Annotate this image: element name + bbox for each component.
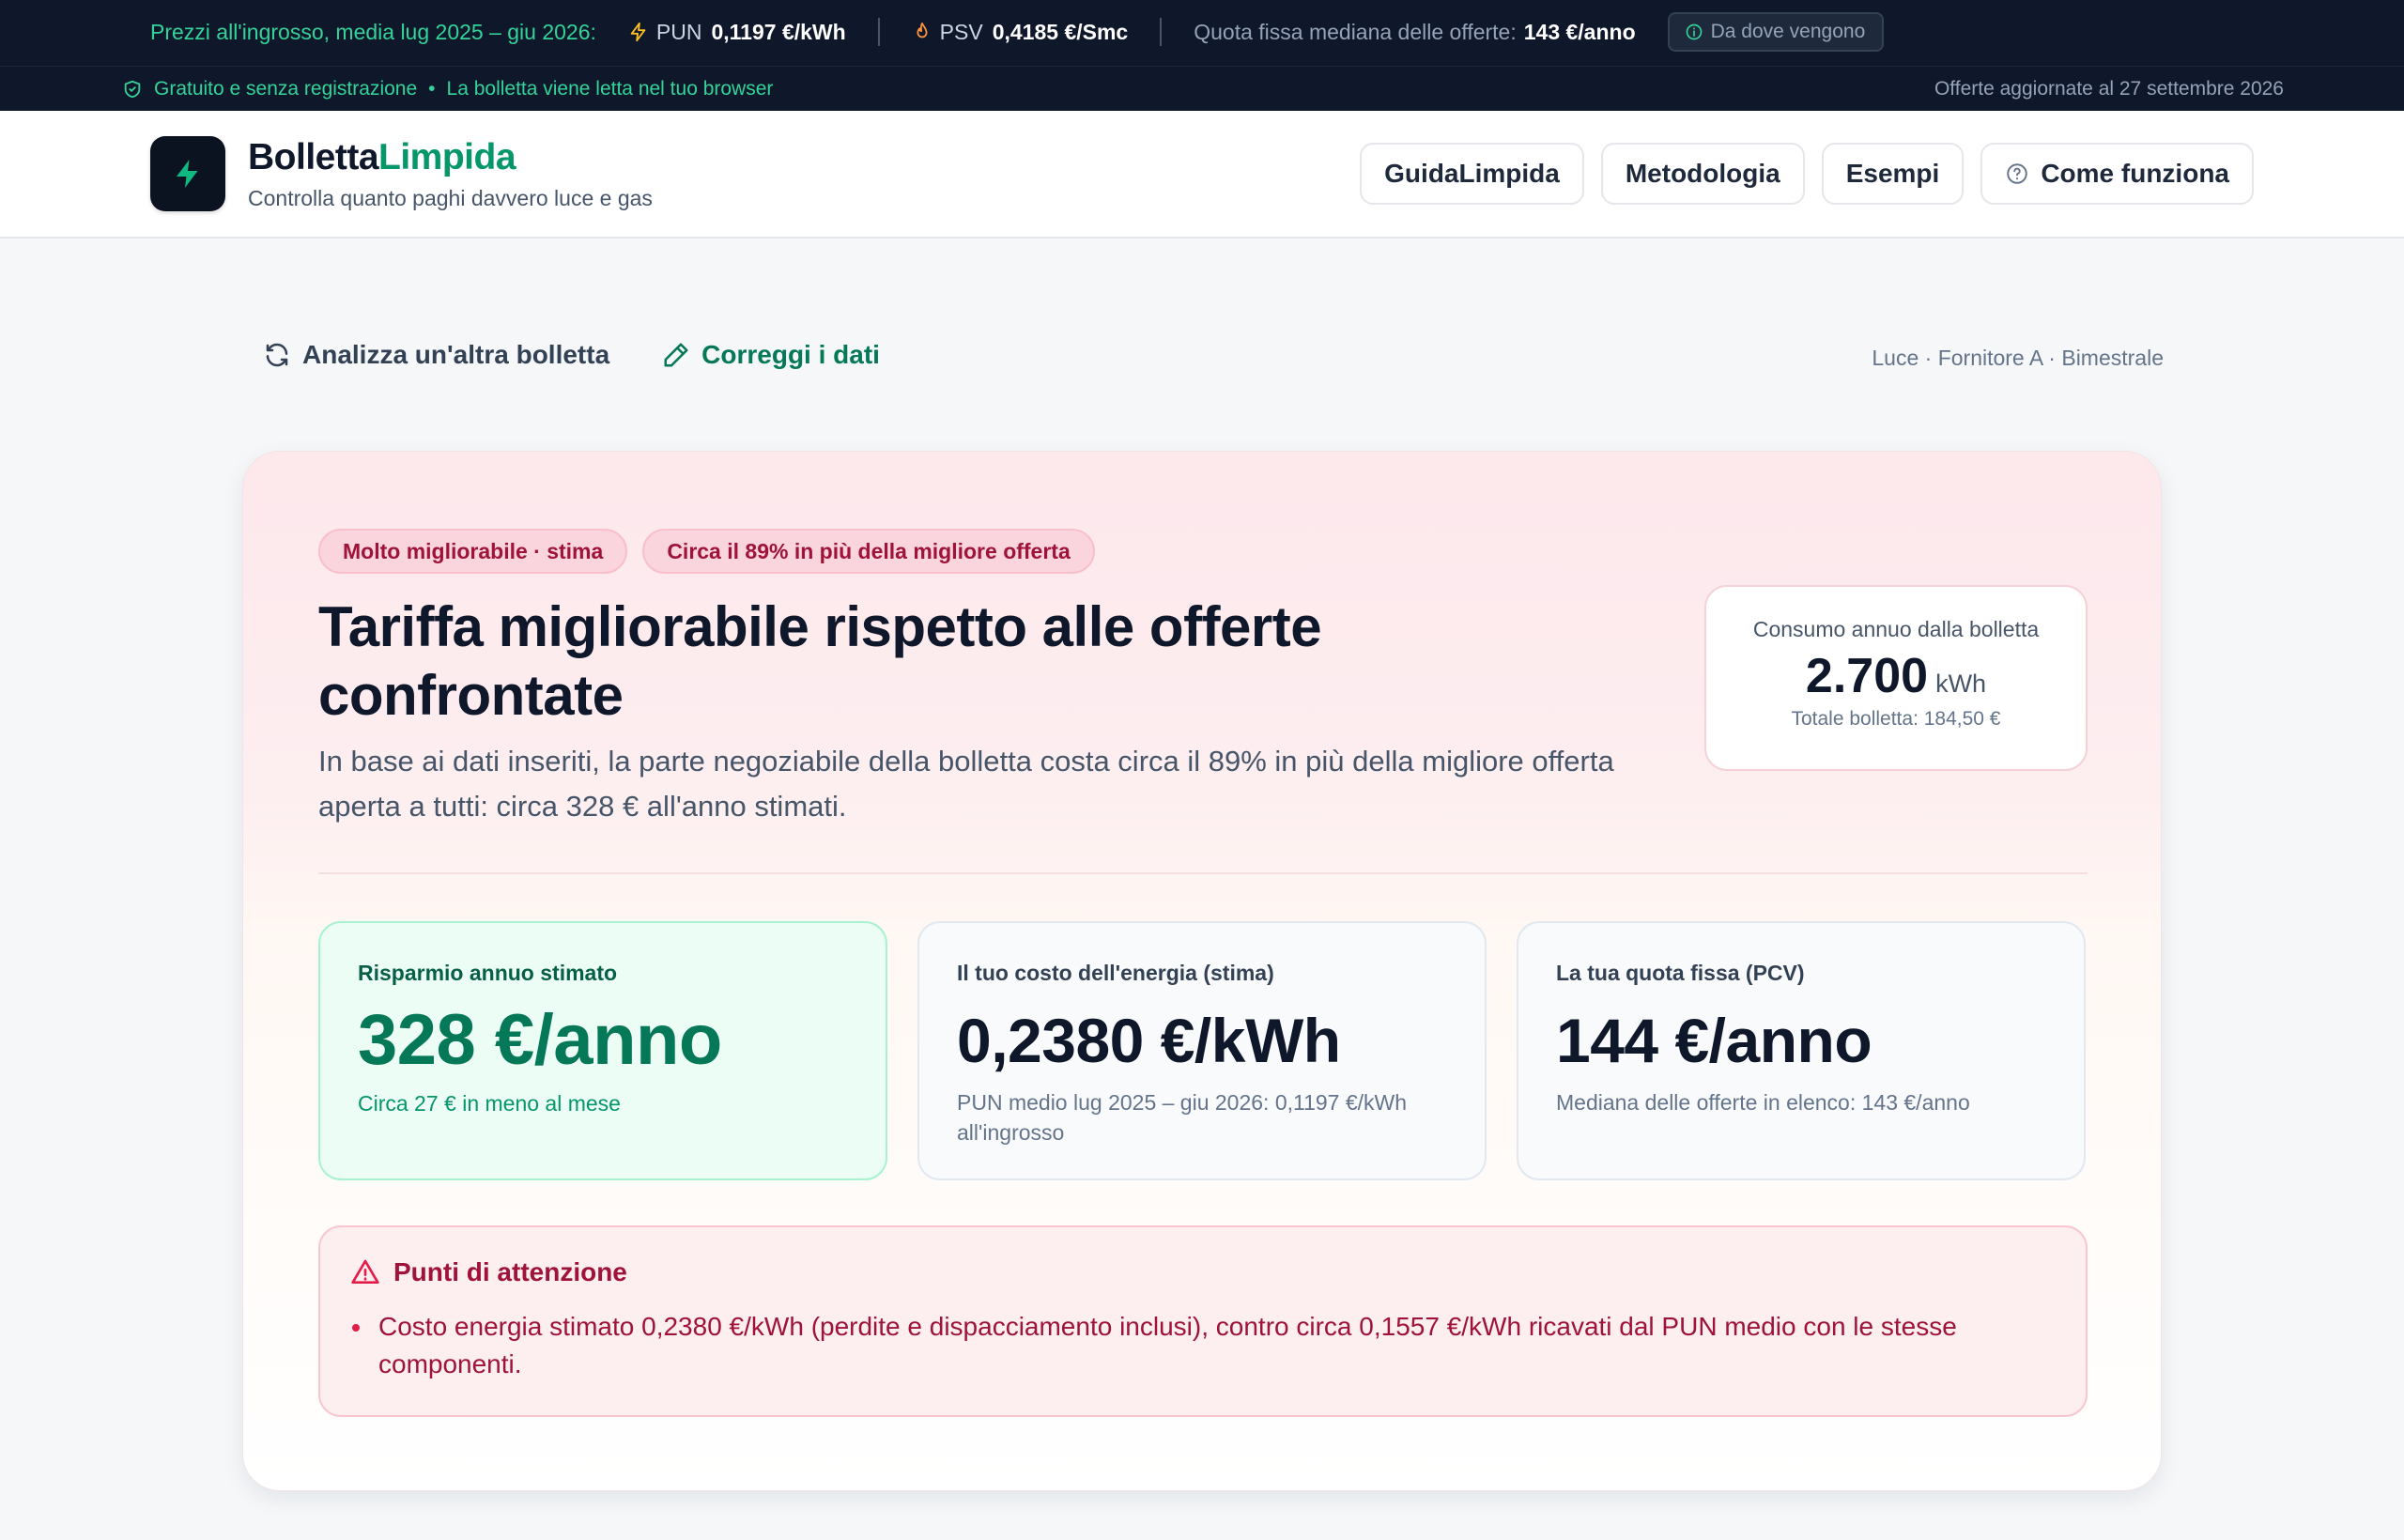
rating-chips: Molto migliorabile · stima Circa il 89% … bbox=[318, 529, 1095, 574]
list-item: Costo energia stimato 0,2380 €/kWh (perd… bbox=[350, 1308, 2041, 1383]
nav-metodologia-label: Metodologia bbox=[1625, 159, 1780, 188]
fixed-fee-value: 143 €/anno bbox=[1523, 19, 1636, 44]
consumption-value-row: 2.700 kWh bbox=[1706, 648, 2086, 704]
stat-label: Risparmio annuo stimato bbox=[358, 961, 618, 985]
consumption-label: Consumo annuo dalla bolletta bbox=[1752, 617, 2040, 641]
consumption-unit: kWh bbox=[1935, 670, 1987, 698]
consumption-value: 2.700 bbox=[1805, 649, 1929, 703]
tagline: Controlla quanto paghi davvero luce e ga… bbox=[248, 186, 653, 210]
nav-esempi-label: Esempi bbox=[1845, 159, 1940, 188]
trust-notes: Gratuito e senza registrazione • La boll… bbox=[122, 67, 773, 112]
bill-meta: Luce · Fornitore A · Bimestrale bbox=[1872, 346, 2164, 370]
flame-icon bbox=[912, 22, 940, 42]
attention-heading: Punti di attenzione bbox=[350, 1257, 627, 1287]
shield-check-icon bbox=[122, 79, 154, 100]
stat-sub: PUN medio lug 2025 – giu 2026: 0,1197 €/… bbox=[957, 1090, 1408, 1145]
result-description: In base ai dati inseriti, la parte negoz… bbox=[318, 745, 1614, 823]
stat-value: 328 €/anno bbox=[358, 1000, 722, 1080]
stat-value: 144 €/anno bbox=[1556, 1006, 1872, 1075]
main-nav: GuidaLimpida Metodologia Esempi Come fun… bbox=[1360, 143, 2254, 205]
stats-row: Risparmio annuo stimato 328 €/anno Circa… bbox=[318, 921, 2086, 1180]
logo[interactable] bbox=[150, 136, 225, 211]
trust-row: Gratuito e senza registrazione • La boll… bbox=[0, 66, 2404, 111]
correct-data-label: Correggi i dati bbox=[701, 340, 880, 369]
divider bbox=[1160, 18, 1163, 46]
nav-come-funziona-label: Come funziona bbox=[2041, 159, 2229, 188]
stat-value: 0,2380 €/kWh bbox=[957, 1006, 1341, 1075]
refresh-icon bbox=[263, 341, 302, 369]
result-card: Molto migliorabile · stima Circa il 89% … bbox=[242, 451, 2162, 1491]
pun-price: PUN 0,1197 €/kWh bbox=[628, 20, 846, 45]
site-header: BollettaLimpida Controlla quanto paghi d… bbox=[0, 111, 2404, 239]
pencil-icon bbox=[662, 341, 701, 369]
wholesale-lead: Prezzi all'ingrosso, media lug 2025 – gi… bbox=[150, 19, 596, 44]
attention-list: Costo energia stimato 0,2380 €/kWh (perd… bbox=[350, 1308, 2041, 1383]
nav-metodologia[interactable]: Metodologia bbox=[1600, 143, 1805, 205]
wholesale-prices-row: Prezzi all'ingrosso, media lug 2025 – gi… bbox=[150, 0, 1885, 64]
psv-price: PSV 0,4185 €/Smc bbox=[912, 19, 1129, 45]
divider bbox=[877, 18, 880, 46]
bolt-icon bbox=[628, 22, 656, 42]
stat-sub: Mediana delle offerte in elenco: 143 €/a… bbox=[1556, 1090, 1970, 1115]
psv-value: 0,4185 €/Smc bbox=[992, 19, 1129, 44]
result-actions: Analizza un'altra bolletta Correggi i da… bbox=[263, 340, 880, 370]
pun-value: 0,1197 €/kWh bbox=[711, 19, 846, 44]
stat-label: Il tuo costo dell'energia (stima) bbox=[957, 961, 1274, 985]
bolt-icon bbox=[171, 155, 205, 192]
offers-updated: Offerte aggiornate al 27 settembre 2026 bbox=[1934, 78, 2284, 100]
data-source-label: Da dove vengono bbox=[1710, 21, 1866, 42]
divider bbox=[318, 872, 2088, 874]
analyze-another-button[interactable]: Analizza un'altra bolletta bbox=[263, 340, 609, 370]
nav-guida-label: GuidaLimpida bbox=[1384, 159, 1560, 188]
stat-sub: Circa 27 € in meno al mese bbox=[358, 1091, 621, 1116]
analyze-another-label: Analizza un'altra bolletta bbox=[302, 340, 610, 369]
delta-chip: Circa il 89% in più della migliore offer… bbox=[642, 529, 1095, 574]
info-icon bbox=[1685, 23, 1711, 41]
nav-guida[interactable]: GuidaLimpida bbox=[1360, 143, 1584, 205]
data-source-button[interactable]: Da dove vengono bbox=[1667, 12, 1885, 52]
warning-triangle-icon bbox=[350, 1257, 393, 1287]
annual-consumption-box: Consumo annuo dalla bolletta 2.700 kWh To… bbox=[1704, 585, 2088, 771]
rating-chip: Molto migliorabile · stima bbox=[318, 529, 628, 574]
trust-free: Gratuito e senza registrazione bbox=[154, 78, 418, 100]
pun-label: PUN bbox=[655, 19, 702, 44]
attention-box: Punti di attenzione Costo energia stimat… bbox=[318, 1225, 2088, 1417]
brand-part-1: Bolletta bbox=[248, 137, 379, 177]
top-info-bar: Prezzi all'ingrosso, media lug 2025 – gi… bbox=[0, 0, 2404, 111]
attention-title: Punti di attenzione bbox=[393, 1257, 627, 1286]
fixed-fee-median: Quota fissa mediana delle offerte: 143 €… bbox=[1194, 20, 1635, 45]
stat-label: La tua quota fissa (PCV) bbox=[1556, 961, 1805, 985]
trust-local: La bolletta viene letta nel tuo browser bbox=[446, 78, 774, 100]
fixed-fee-card: La tua quota fissa (PCV) 144 €/anno Medi… bbox=[1517, 921, 2086, 1180]
trust-separator: • bbox=[428, 78, 436, 100]
nav-come-funziona[interactable]: Come funziona bbox=[1980, 143, 2254, 205]
brand-part-2: Limpida bbox=[378, 137, 516, 177]
fixed-fee-label: Quota fissa mediana delle offerte: bbox=[1194, 19, 1517, 44]
nav-esempi[interactable]: Esempi bbox=[1821, 143, 1965, 205]
bill-total: Totale bolletta: 184,50 € bbox=[1791, 708, 2001, 730]
brand-name[interactable]: BollettaLimpida bbox=[248, 137, 516, 178]
help-circle-icon bbox=[2005, 162, 2041, 186]
result-title: Tariffa migliorabile rispetto alle offer… bbox=[318, 595, 1322, 727]
energy-cost-card: Il tuo costo dell'energia (stima) 0,2380… bbox=[917, 921, 1487, 1180]
correct-data-button[interactable]: Correggi i dati bbox=[662, 340, 880, 370]
annual-savings-card: Risparmio annuo stimato 328 €/anno Circa… bbox=[318, 921, 887, 1180]
psv-label: PSV bbox=[939, 19, 983, 44]
